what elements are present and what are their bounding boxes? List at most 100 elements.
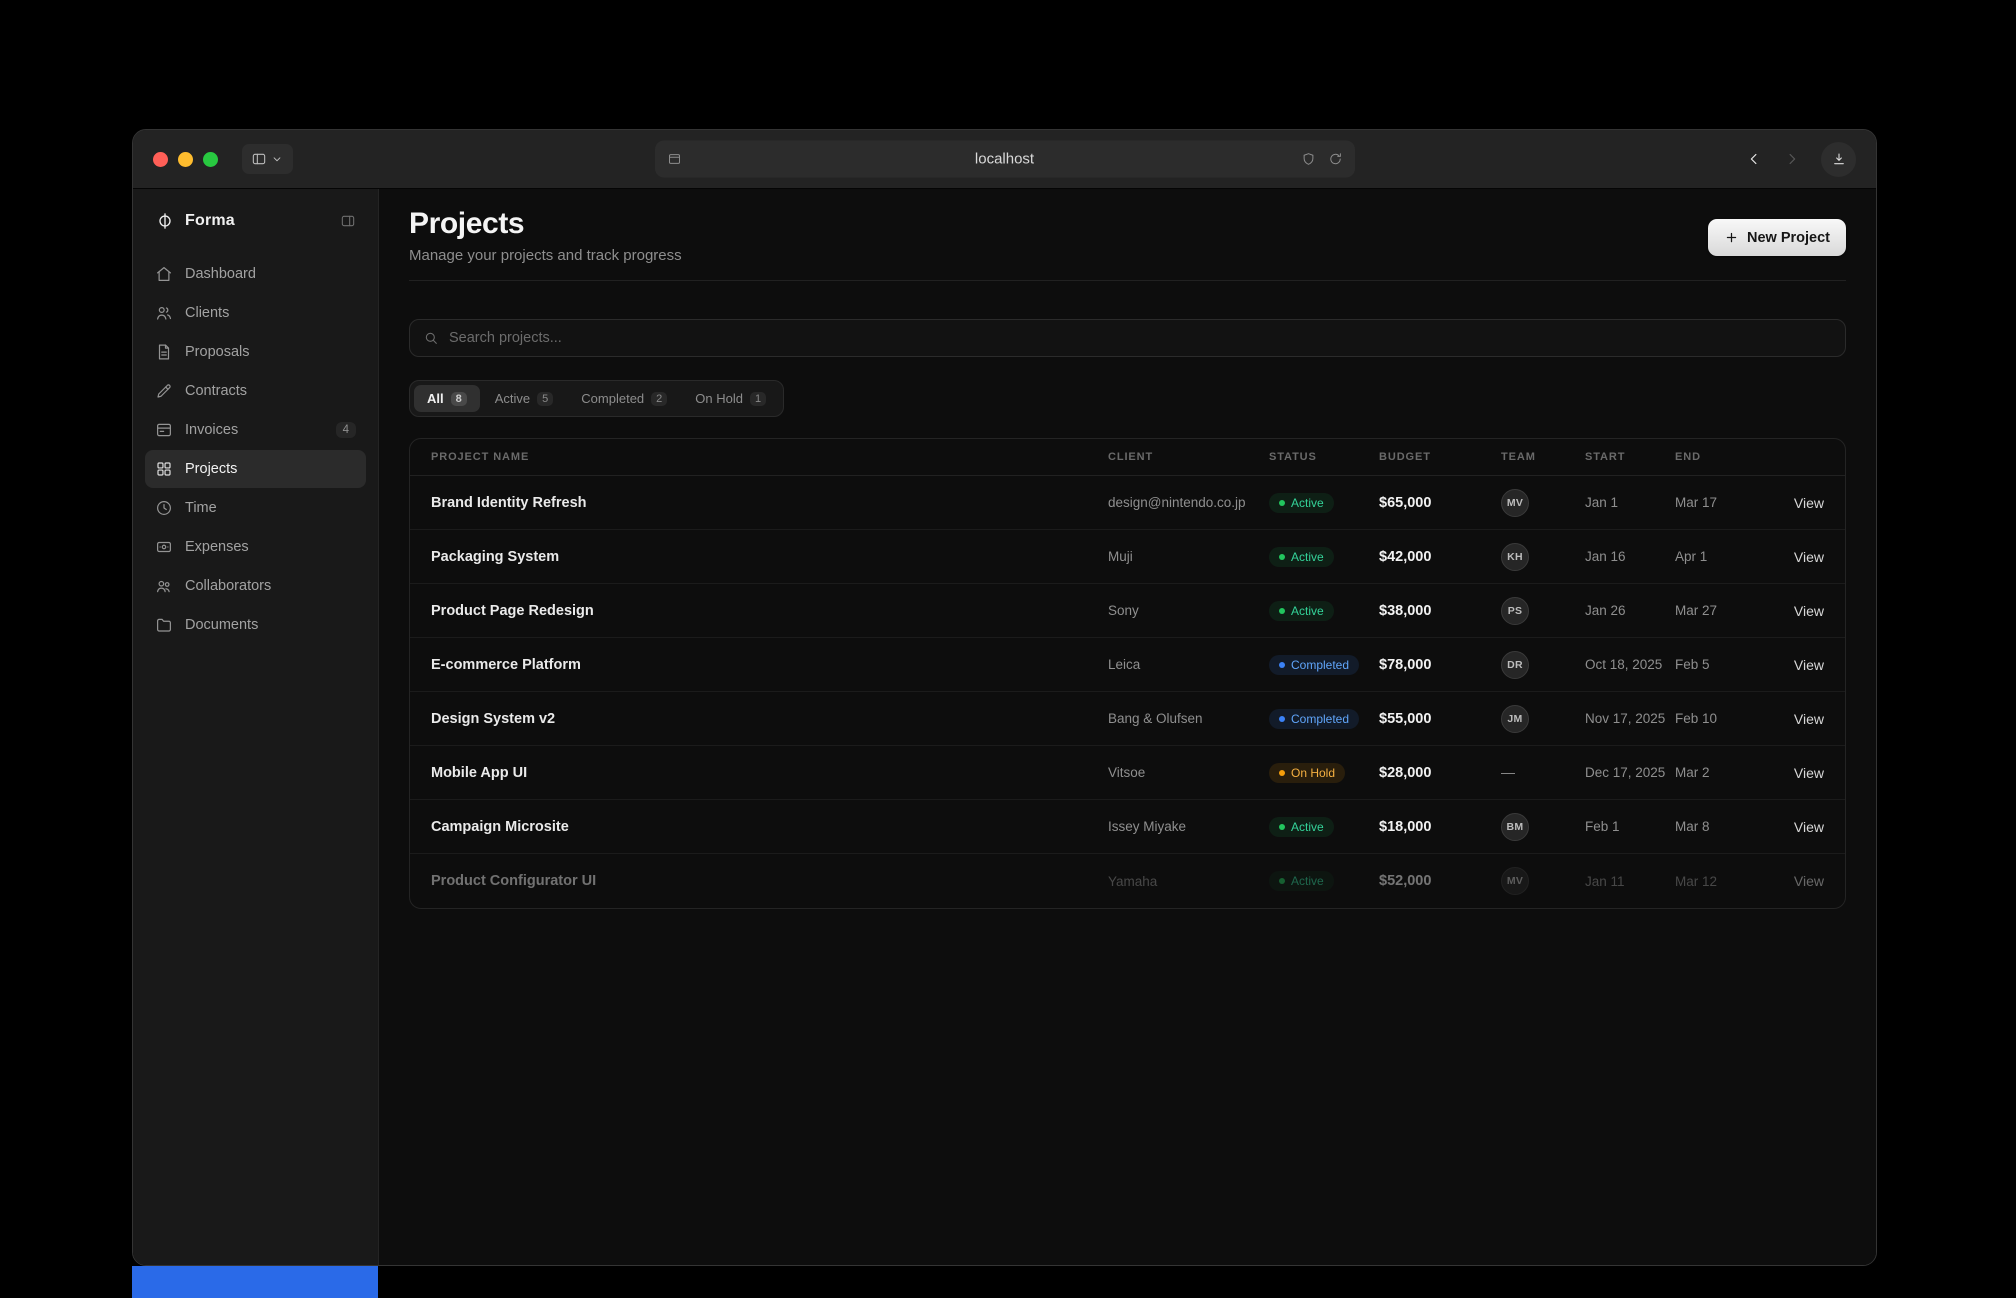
sidebar-item-label: Documents [185,617,258,633]
team-avatar: DR [1501,651,1529,679]
team-avatar: MV [1501,867,1529,895]
sidebar-item-expenses[interactable]: Expenses [145,528,366,566]
view-link[interactable]: View [1767,657,1824,673]
column-header-end: END [1675,451,1767,463]
view-link[interactable]: View [1767,603,1824,619]
close-window-button[interactable] [153,152,168,167]
filter-label: All [427,391,444,406]
table-body: Brand Identity Refreshdesign@nintendo.co… [410,476,1845,908]
zoom-window-button[interactable] [203,152,218,167]
status-badge: Completed [1269,655,1359,675]
privacy-shield-icon[interactable] [1301,152,1316,167]
table-header-row: PROJECT NAME CLIENT STATUS BUDGET TEAM S… [410,439,1845,476]
status-badge: Active [1269,601,1334,621]
project-start-date: Jan 1 [1585,495,1675,510]
sidebar-item-time[interactable]: Time [145,489,366,527]
project-name: Packaging System [431,549,1108,565]
filter-tab-completed[interactable]: Completed2 [568,385,680,412]
filter-tab-active[interactable]: Active5 [482,385,567,412]
minimize-window-button[interactable] [178,152,193,167]
view-link[interactable]: View [1767,873,1824,889]
project-start-date: Nov 17, 2025 [1585,711,1675,726]
sidebar-item-label: Time [185,500,217,516]
sidebar-item-label: Invoices [185,422,238,438]
forward-icon[interactable] [1783,150,1801,168]
table-row[interactable]: Campaign MicrositeIssey MiyakeActive$18,… [410,800,1845,854]
view-link[interactable]: View [1767,819,1824,835]
back-icon[interactable] [1745,150,1763,168]
project-name: Product Configurator UI [431,873,1108,889]
address-bar[interactable]: localhost [655,141,1355,178]
project-start-date: Jan 16 [1585,549,1675,564]
sidebar-nav: DashboardClientsProposalsContractsInvoic… [145,255,366,644]
project-end-date: Mar 8 [1675,819,1767,834]
window-controls [153,152,218,167]
header-divider [409,280,1846,281]
project-budget: $52,000 [1379,873,1501,889]
table-row[interactable]: Product Configurator UIYamahaActive$52,0… [410,854,1845,908]
view-link[interactable]: View [1767,495,1824,511]
project-client: Sony [1108,603,1269,618]
browser-window: localhost Forma [132,129,1877,1266]
sidebar-item-collaborators[interactable]: Collaborators [145,567,366,605]
project-end-date: Mar 17 [1675,495,1767,510]
browser-sidebar-toggle[interactable] [242,144,293,174]
search-field[interactable] [409,319,1846,357]
time-icon [155,499,173,517]
expenses-icon [155,538,173,556]
filter-tab-all[interactable]: All8 [414,385,480,412]
titlebar-right-controls [1745,142,1856,177]
table-row[interactable]: Product Page RedesignSonyActive$38,000PS… [410,584,1845,638]
search-input[interactable] [449,330,1832,346]
filter-tabs: All8Active5Completed2On Hold1 [409,380,784,417]
page-subtitle: Manage your projects and track progress [409,247,682,264]
sidebar-item-contracts[interactable]: Contracts [145,372,366,410]
sidebar-item-invoices[interactable]: Invoices4 [145,411,366,449]
view-link[interactable]: View [1767,711,1824,727]
sidebar-item-projects[interactable]: Projects [145,450,366,488]
brand-name: Forma [185,212,330,230]
filter-count: 1 [750,392,766,406]
tab-overview-icon [667,152,682,167]
view-link[interactable]: View [1767,549,1824,565]
status-dot-icon [1279,878,1285,884]
table-row[interactable]: Packaging SystemMujiActive$42,000KHJan 1… [410,530,1845,584]
download-icon [1831,151,1847,167]
team-empty: — [1501,764,1515,780]
main-content: Projects Manage your projects and track … [379,189,1876,1265]
sidebar: Forma DashboardClientsProposalsContracts… [133,189,379,1265]
project-budget: $18,000 [1379,819,1501,835]
filter-tab-on-hold[interactable]: On Hold1 [682,385,779,412]
table-row[interactable]: Design System v2Bang & OlufsenCompleted$… [410,692,1845,746]
project-budget: $55,000 [1379,711,1501,727]
status-badge: Completed [1269,709,1359,729]
project-client: Bang & Olufsen [1108,711,1269,726]
sidebar-item-dashboard[interactable]: Dashboard [145,255,366,293]
project-client: Issey Miyake [1108,819,1269,834]
reload-icon[interactable] [1328,152,1343,167]
table-row[interactable]: Mobile App UIVitsoeOn Hold$28,000—Dec 17… [410,746,1845,800]
project-end-date: Mar 2 [1675,765,1767,780]
view-link[interactable]: View [1767,765,1824,781]
table-row[interactable]: E-commerce PlatformLeicaCompleted$78,000… [410,638,1845,692]
table-row[interactable]: Brand Identity Refreshdesign@nintendo.co… [410,476,1845,530]
project-end-date: Feb 5 [1675,657,1767,672]
downloads-button[interactable] [1821,142,1856,177]
browser-titlebar: localhost [133,130,1876,189]
sidebar-collapse-button[interactable] [340,213,356,229]
project-name: Brand Identity Refresh [431,495,1108,511]
team-avatar: KH [1501,543,1529,571]
sidebar-item-documents[interactable]: Documents [145,606,366,644]
column-header-team: TEAM [1501,451,1585,463]
new-project-button[interactable]: New Project [1708,219,1846,256]
invoices-icon [155,421,173,439]
project-name: E-commerce Platform [431,657,1108,673]
project-client: design@nintendo.co.jp [1108,495,1269,510]
sidebar-item-clients[interactable]: Clients [145,294,366,332]
filter-count: 2 [651,392,667,406]
column-header-project-name: PROJECT NAME [431,451,1108,463]
collaborators-icon [155,577,173,595]
project-name: Campaign Microsite [431,819,1108,835]
plus-icon [1724,230,1739,245]
sidebar-item-proposals[interactable]: Proposals [145,333,366,371]
